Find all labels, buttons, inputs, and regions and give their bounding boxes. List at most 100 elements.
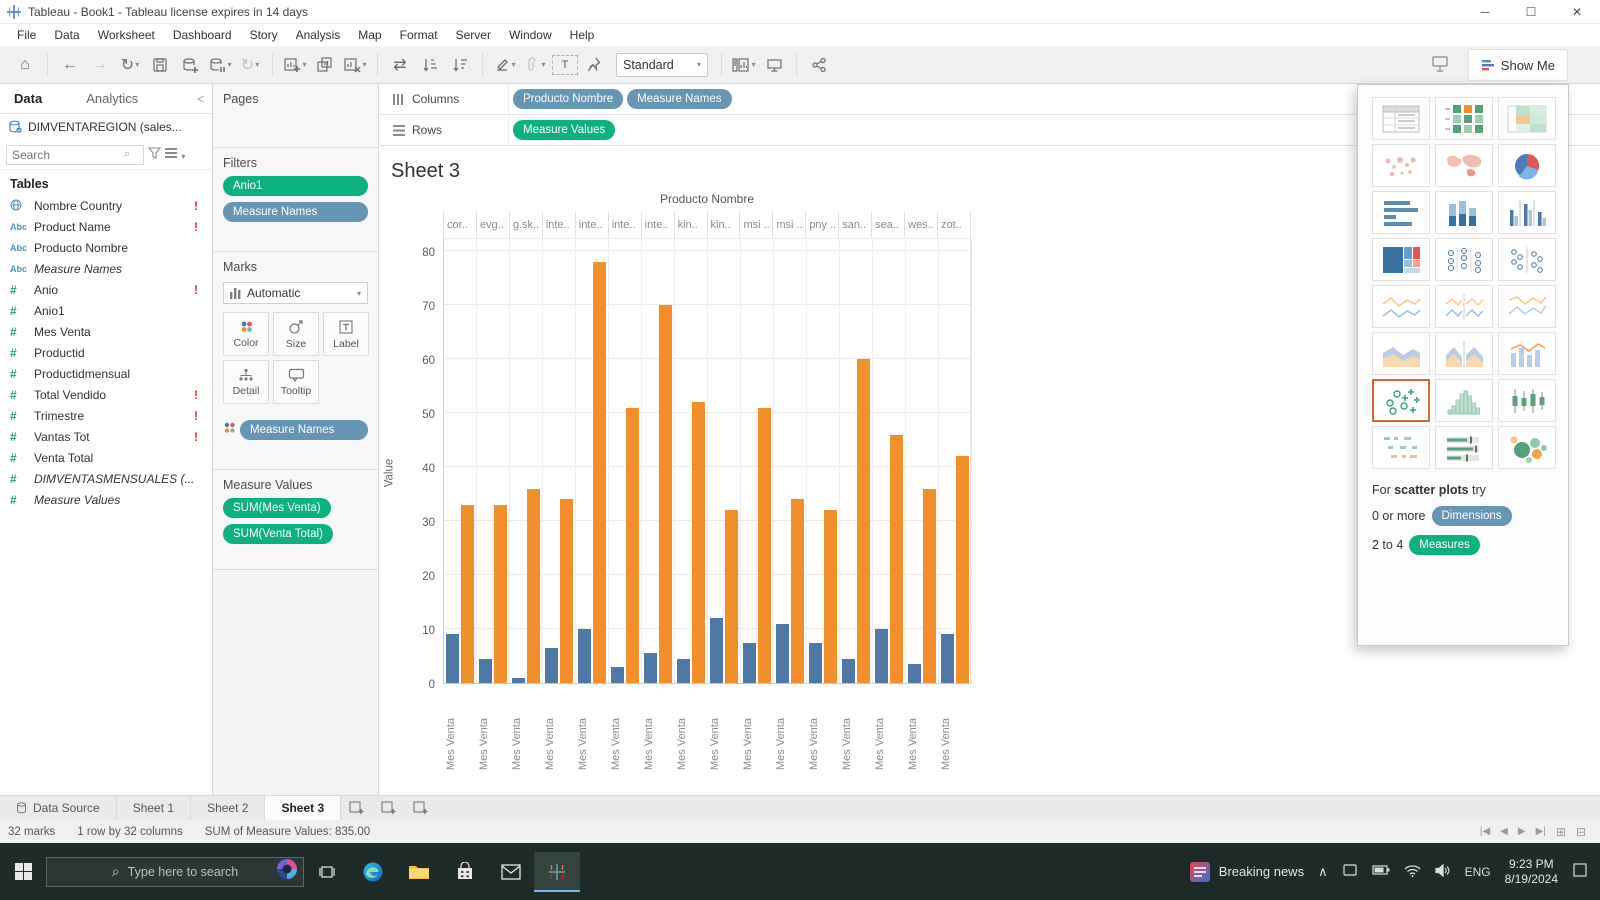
- store-icon[interactable]: [442, 852, 488, 892]
- search-box[interactable]: ⌕: [6, 145, 144, 165]
- showme-dual-lines[interactable]: [1498, 285, 1556, 328]
- language-indicator[interactable]: ENG: [1465, 865, 1491, 879]
- taskbar-search[interactable]: ⌕ Type here to search: [46, 857, 304, 887]
- menu-file[interactable]: File: [8, 25, 45, 45]
- showme-text-table[interactable]: [1372, 97, 1430, 140]
- bar-group[interactable]: [444, 239, 477, 683]
- sort-descending-icon[interactable]: [447, 51, 473, 79]
- bar-group[interactable]: [774, 239, 807, 683]
- bar-mes-venta[interactable]: [710, 618, 723, 683]
- menu-map[interactable]: Map: [349, 25, 390, 45]
- showme-side-by-side-bars[interactable]: [1498, 191, 1556, 234]
- highlight-icon[interactable]: ▾: [492, 51, 518, 79]
- bar-venta-total[interactable]: [692, 402, 705, 683]
- bar-venta-total[interactable]: [923, 489, 936, 683]
- bar-group[interactable]: [642, 239, 675, 683]
- view-options-icon[interactable]: ▾: [165, 148, 185, 162]
- showme-circle-views[interactable]: [1435, 238, 1493, 281]
- last-sheet-icon[interactable]: ▶|: [1536, 826, 1546, 837]
- tab-sheet-3[interactable]: Sheet 3: [265, 796, 341, 820]
- columns-pill-measure-names[interactable]: Measure Names: [627, 89, 731, 109]
- save-icon[interactable]: [147, 51, 173, 79]
- sort-ascending-icon[interactable]: [417, 51, 443, 79]
- sheet-sorter-icon[interactable]: ⊞: [1556, 825, 1566, 839]
- refresh-icon[interactable]: ↻▾: [237, 51, 263, 79]
- bar-mes-venta[interactable]: [512, 678, 525, 683]
- share-icon[interactable]: [806, 51, 832, 79]
- menu-analysis[interactable]: Analysis: [287, 25, 350, 45]
- field-venta-total[interactable]: #Venta Total: [0, 447, 212, 468]
- duplicate-icon[interactable]: [312, 51, 338, 79]
- showme-lines-continuous[interactable]: [1372, 285, 1430, 328]
- showme-symbol-map[interactable]: [1372, 144, 1430, 187]
- bar-mes-venta[interactable]: [479, 659, 492, 683]
- battery-icon[interactable]: [1372, 864, 1390, 879]
- bar-group[interactable]: [576, 239, 609, 683]
- clear-sheet-icon[interactable]: ▾: [342, 51, 368, 79]
- bar-group[interactable]: [708, 239, 741, 683]
- field-anio1[interactable]: #Anio1: [0, 300, 212, 321]
- bar-group[interactable]: [906, 239, 939, 683]
- close-button[interactable]: ✕: [1554, 0, 1600, 24]
- bar-venta-total[interactable]: [791, 499, 804, 683]
- bar-venta-total[interactable]: [461, 505, 474, 683]
- new-datasource-icon[interactable]: [177, 51, 203, 79]
- field-measure-values[interactable]: #Measure Values: [0, 489, 212, 510]
- pause-updates-icon[interactable]: ▾: [207, 51, 233, 79]
- bar-mes-venta[interactable]: [842, 659, 855, 683]
- prev-sheet-icon[interactable]: ◀: [1500, 826, 1508, 837]
- new-dashboard-tab-icon[interactable]: [373, 796, 405, 820]
- field-mes-venta[interactable]: #Mes Venta: [0, 321, 212, 342]
- edge-icon[interactable]: [350, 852, 396, 892]
- cortana-icon[interactable]: [275, 857, 299, 886]
- field-product-name[interactable]: AbcProduct Name!: [0, 216, 212, 237]
- filter-pill-anio1[interactable]: Anio1: [223, 176, 368, 196]
- tray-expand-icon[interactable]: ∧: [1318, 864, 1328, 880]
- bar-group[interactable]: [675, 239, 708, 683]
- field-producto-nombre[interactable]: AbcProducto Nombre: [0, 237, 212, 258]
- marks-button-label[interactable]: Label: [323, 312, 369, 356]
- fix-axes-icon[interactable]: [582, 51, 608, 79]
- group-members-icon[interactable]: ▾: [522, 51, 548, 79]
- bar-group[interactable]: [477, 239, 510, 683]
- showme-scatter-plot[interactable]: [1372, 379, 1430, 422]
- menu-format[interactable]: Format: [391, 25, 447, 45]
- bar-venta-total[interactable]: [527, 489, 540, 683]
- start-button[interactable]: [0, 852, 46, 892]
- collapse-pane-icon[interactable]: <: [197, 92, 212, 106]
- field-productidmensual[interactable]: #Productidmensual: [0, 363, 212, 384]
- filter-pill-measure-names[interactable]: Measure Names: [223, 202, 368, 222]
- bar-mes-venta[interactable]: [776, 624, 789, 683]
- showme-filled-map[interactable]: [1435, 144, 1493, 187]
- marks-button-detail[interactable]: Detail: [223, 360, 269, 404]
- field-dimventasmensuales-[interactable]: #DIMVENTASMENSUALES (...: [0, 468, 212, 489]
- bar-venta-total[interactable]: [494, 505, 507, 683]
- bar-mes-venta[interactable]: [545, 648, 558, 683]
- field-anio[interactable]: #Anio!: [0, 279, 212, 300]
- tab-sheet-1[interactable]: Sheet 1: [117, 796, 191, 820]
- datasource-row[interactable]: DIMVENTAREGION (sales...: [0, 114, 212, 140]
- showme-heat-map[interactable]: [1498, 97, 1556, 140]
- bar-venta-total[interactable]: [956, 456, 969, 683]
- bar-mes-venta[interactable]: [809, 643, 822, 684]
- wifi-icon[interactable]: [1404, 864, 1421, 880]
- show-me-button[interactable]: Show Me: [1468, 49, 1568, 81]
- bar-venta-total[interactable]: [725, 510, 738, 683]
- marks-card[interactable]: Marks Automatic ▾ ColorSizeLabelDetailTo…: [213, 252, 378, 470]
- field-measure-names[interactable]: AbcMeasure Names: [0, 258, 212, 279]
- clock[interactable]: 9:23 PM 8/19/2024: [1505, 857, 1558, 887]
- bar-venta-total[interactable]: [626, 408, 639, 683]
- showme-packed-bubbles[interactable]: [1498, 426, 1556, 469]
- menu-help[interactable]: Help: [561, 25, 604, 45]
- redo-icon[interactable]: →: [87, 51, 113, 79]
- replay-icon[interactable]: ↻▾: [117, 51, 143, 79]
- bar-mes-venta[interactable]: [677, 659, 690, 683]
- pages-card[interactable]: Pages: [213, 84, 378, 148]
- bar-venta-total[interactable]: [758, 408, 771, 683]
- marks-measure-names-pill[interactable]: Measure Names: [240, 420, 368, 440]
- menu-dashboard[interactable]: Dashboard: [164, 25, 241, 45]
- showme-stacked-bars[interactable]: [1435, 191, 1493, 234]
- next-sheet-icon[interactable]: ▶: [1518, 826, 1526, 837]
- menu-data[interactable]: Data: [45, 25, 88, 45]
- bar-mes-venta[interactable]: [743, 643, 756, 684]
